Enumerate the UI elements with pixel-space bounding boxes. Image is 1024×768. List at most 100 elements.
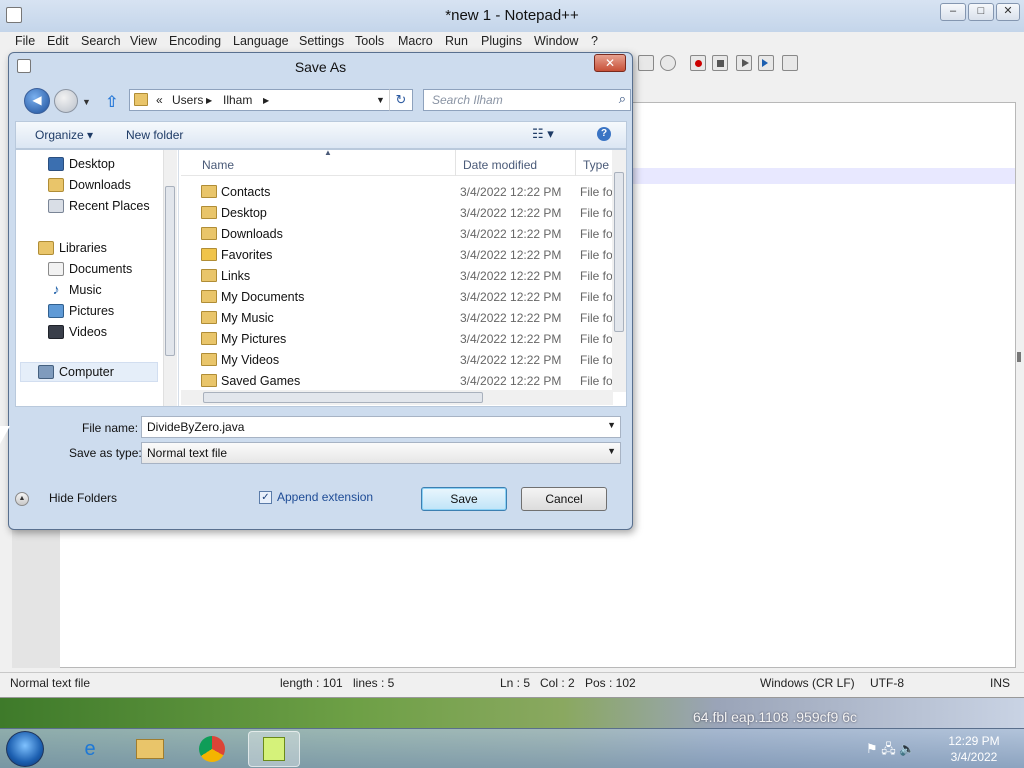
nav-scrollbar-thumb[interactable] — [165, 186, 175, 356]
file-row-my-documents[interactable]: My Documents 3/4/2022 12:22 PM File fold… — [181, 287, 614, 308]
file-row-downloads[interactable]: Downloads 3/4/2022 12:22 PM File folder — [181, 224, 614, 245]
menu-encoding[interactable]: Encoding — [169, 34, 221, 48]
save-as-type-value: Normal text file — [147, 446, 228, 460]
address-dropdown-icon[interactable]: ▼ — [376, 95, 385, 105]
chrome-icon[interactable] — [186, 731, 238, 767]
breadcrumb-chevron-icon[interactable]: ▶ — [206, 96, 212, 105]
toolbar-button-icon[interactable] — [660, 55, 676, 71]
nav-item-downloads[interactable]: Downloads — [48, 176, 158, 196]
organize-button[interactable]: Organize ▾ — [35, 128, 93, 142]
breadcrumb-chevron-icon[interactable]: ▶ — [263, 96, 269, 105]
run-macro-multiple-icon[interactable] — [758, 55, 774, 71]
search-icon[interactable]: ⌕ — [619, 91, 626, 107]
file-row-favorites[interactable]: Favorites 3/4/2022 12:22 PM File folder — [181, 245, 614, 266]
menu-window[interactable]: Window — [534, 34, 578, 48]
recent-locations-chevron-icon[interactable]: ▼ — [82, 97, 91, 107]
start-button[interactable] — [6, 731, 44, 767]
file-row-links[interactable]: Links 3/4/2022 12:22 PM File folder — [181, 266, 614, 287]
save-button[interactable]: Save — [421, 487, 507, 511]
record-macro-icon[interactable] — [690, 55, 706, 71]
nav-item-recent-places[interactable]: Recent Places — [48, 197, 158, 217]
file-row-contacts[interactable]: Contacts 3/4/2022 12:22 PM File folder — [181, 182, 614, 203]
file-row-my-pictures[interactable]: My Pictures 3/4/2022 12:22 PM File folde… — [181, 329, 614, 350]
menu-search[interactable]: Search — [81, 34, 121, 48]
column-name[interactable]: Name — [202, 158, 234, 172]
column-divider[interactable] — [455, 150, 456, 176]
stop-macro-icon[interactable] — [712, 55, 728, 71]
internet-explorer-icon[interactable]: e — [64, 731, 116, 767]
folder-icon — [201, 227, 217, 240]
file-row-saved-games[interactable]: Saved Games 3/4/2022 12:22 PM File folde… — [181, 371, 614, 392]
view-options-icon[interactable]: ☷ ▾ — [532, 126, 554, 142]
menu-run[interactable]: Run — [445, 34, 468, 48]
file-row-my-videos[interactable]: My Videos 3/4/2022 12:22 PM File folder — [181, 350, 614, 371]
column-date-modified[interactable]: Date modified — [463, 158, 537, 172]
file-list-vertical-thumb[interactable] — [614, 172, 624, 332]
status-encoding: UTF-8 — [870, 676, 904, 690]
append-extension-checkbox[interactable]: ✓ — [259, 491, 272, 504]
address-overflow[interactable]: « — [156, 93, 163, 107]
maximize-button[interactable]: □ — [968, 3, 994, 21]
new-folder-button[interactable]: New folder — [126, 128, 183, 142]
minimize-button[interactable]: – — [940, 3, 966, 21]
cancel-button[interactable]: Cancel — [521, 487, 607, 511]
menu-macro[interactable]: Macro — [398, 34, 433, 48]
search-input[interactable]: Search Ilham ⌕ — [423, 89, 631, 111]
hide-folders-button[interactable]: Hide Folders — [49, 491, 117, 505]
menu-plugins[interactable]: Plugins — [481, 34, 522, 48]
menu-edit[interactable]: Edit — [47, 34, 69, 48]
file-row-desktop[interactable]: Desktop 3/4/2022 12:22 PM File folder — [181, 203, 614, 224]
close-window-button[interactable]: ✕ — [996, 3, 1020, 21]
window-titlebar[interactable]: *new 1 - Notepad++ – □ ✕ — [0, 0, 1024, 32]
address-bar[interactable]: « Users ▶ Ilham ▶ ▼ — [129, 89, 401, 111]
help-icon[interactable]: ? — [597, 127, 611, 141]
refresh-icon[interactable]: ↻ — [389, 89, 413, 111]
notepad-plus-plus-icon[interactable] — [248, 731, 300, 767]
taskbar: e ⚑ 🖧 🔈 12:29 PM 3/4/2022 — [0, 728, 1024, 768]
up-arrow-icon[interactable]: ⇧ — [105, 92, 118, 112]
nav-item-documents[interactable]: Documents — [48, 260, 158, 280]
file-name-field[interactable]: DivideByZero.java ▼ — [141, 416, 621, 438]
clock[interactable]: 12:29 PM 3/4/2022 — [944, 733, 1004, 765]
menu-tools[interactable]: Tools — [355, 34, 384, 48]
toolbar-button-icon[interactable] — [638, 55, 654, 71]
nav-item-music[interactable]: ♪ Music — [48, 281, 158, 301]
file-list: Name ▲ Date modified Type Contacts 3/4/2… — [181, 148, 626, 406]
nav-item-videos[interactable]: Videos — [48, 323, 158, 343]
folder-icon — [201, 311, 217, 324]
file-explorer-icon[interactable] — [124, 731, 176, 767]
back-arrow-icon[interactable]: ◀ — [24, 88, 50, 114]
forward-arrow-icon[interactable] — [54, 89, 78, 113]
breadcrumb-users[interactable]: Users — [172, 93, 203, 107]
system-tray-icons[interactable]: ⚑ 🖧 🔈 — [866, 740, 916, 762]
file-name-label: File name: — [82, 421, 139, 435]
menu-view[interactable]: View — [130, 34, 157, 48]
nav-item-pictures[interactable]: Pictures — [48, 302, 158, 322]
file-row-my-music[interactable]: My Music 3/4/2022 12:22 PM File folder — [181, 308, 614, 329]
append-extension-label[interactable]: Append extension — [277, 490, 373, 504]
play-macro-icon[interactable] — [736, 55, 752, 71]
save-as-type-dropdown-icon[interactable]: ▼ — [607, 446, 616, 456]
file-list-horizontal-thumb[interactable] — [203, 392, 483, 403]
nav-item-desktop[interactable]: Desktop — [48, 155, 158, 175]
save-as-type-label: Save as type: — [69, 446, 142, 460]
column-type[interactable]: Type — [583, 158, 609, 172]
status-file-type: Normal text file — [10, 676, 91, 690]
nav-item-libraries[interactable]: Libraries — [38, 239, 158, 259]
clock-date: 3/4/2022 — [950, 750, 998, 764]
file-name-dropdown-icon[interactable]: ▼ — [607, 420, 616, 430]
menu-help[interactable]: ? — [591, 34, 598, 48]
folder-icon — [201, 206, 217, 219]
collapse-up-icon[interactable]: ▲ — [15, 492, 29, 506]
nav-item-computer[interactable]: Computer — [20, 362, 158, 382]
close-icon[interactable]: ✕ — [594, 54, 626, 72]
breadcrumb-ilham[interactable]: Ilham — [223, 93, 252, 107]
menu-language[interactable]: Language — [233, 34, 289, 48]
menu-settings[interactable]: Settings — [299, 34, 344, 48]
save-macro-icon[interactable] — [782, 55, 798, 71]
menu-file[interactable]: File — [15, 34, 35, 48]
column-divider[interactable] — [575, 150, 576, 176]
dialog-titlebar[interactable]: Save As ✕ — [9, 53, 632, 81]
search-placeholder: Search Ilham — [432, 93, 503, 107]
save-as-type-select[interactable]: Normal text file ▼ — [141, 442, 621, 464]
